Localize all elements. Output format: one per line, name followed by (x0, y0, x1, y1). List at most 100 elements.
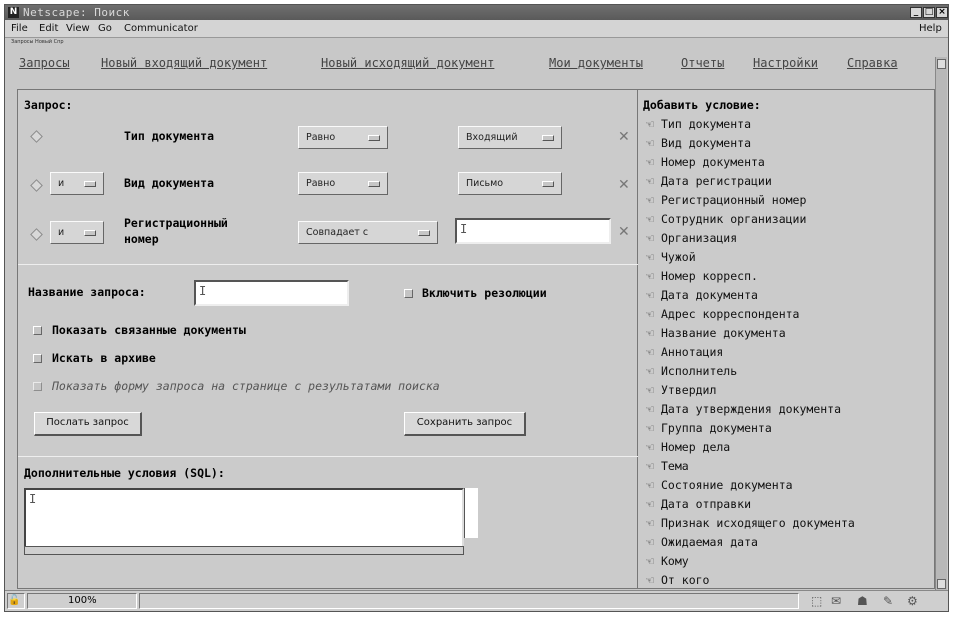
add-condition-item[interactable]: ☜ Дата утверждения документа (645, 402, 841, 421)
menu-file[interactable]: File (11, 23, 28, 34)
scroll-down-icon[interactable] (937, 579, 946, 589)
search-form: Запрос: Тип документа Равно Входящий ✕ и… (17, 89, 935, 589)
title-bar: N Netscape: Поиск _ □ × (5, 5, 948, 20)
connector-select[interactable]: и (50, 221, 104, 244)
operator-select-value: Совпадает с (306, 227, 369, 238)
nav-link-settings[interactable]: Настройки (753, 56, 818, 70)
show-linked-checkbox[interactable] (33, 326, 42, 335)
remove-condition-icon[interactable]: ✕ (618, 224, 630, 240)
search-archive-label: Искать в архиве (52, 351, 156, 365)
menu-communicator[interactable]: Communicator (124, 23, 198, 34)
add-condition-item[interactable]: ☜ Организация (645, 231, 737, 250)
add-condition-item[interactable]: ☜ Признак исходящего документа (645, 516, 855, 535)
nav-link-my-documents[interactable]: Мои документы (549, 56, 643, 70)
send-query-button[interactable]: Послать запрос (34, 412, 142, 436)
add-condition-item[interactable]: ☜ Номер документа (645, 155, 765, 174)
nav-link-new-outgoing[interactable]: Новый исходящий документ (321, 56, 494, 70)
menu-edit[interactable]: Edit (39, 23, 58, 34)
add-condition-item[interactable]: ☜ Регистрационный номер (645, 193, 806, 212)
component-bar-mail-icon[interactable]: ✉ (831, 594, 841, 608)
value-select[interactable]: Входящий (458, 126, 562, 149)
add-condition-item[interactable]: ☜ Адрес корреспондента (645, 307, 799, 326)
add-condition-item-label: Номер документа (661, 155, 765, 169)
operator-select[interactable]: Совпадает с (298, 221, 438, 244)
sql-vertical-scrollbar[interactable] (464, 488, 478, 538)
add-condition-item-label: Организация (661, 231, 738, 245)
minimize-icon[interactable]: _ (910, 7, 922, 18)
pointing-hand-icon: ☜ (645, 270, 655, 283)
pointing-hand-icon: ☜ (645, 156, 655, 169)
menu-go[interactable]: Go (98, 23, 112, 34)
query-name-input[interactable]: I (194, 280, 349, 306)
component-bar-news-icon[interactable]: ☗ (857, 594, 868, 608)
save-query-button[interactable]: Сохранить запрос (404, 412, 526, 436)
add-condition-item[interactable]: ☜ Вид документа (645, 136, 751, 155)
row-select-radio-icon[interactable] (30, 179, 43, 192)
condition-field-label-line1: Регистрационный (124, 216, 228, 230)
nav-link-new-incoming[interactable]: Новый входящий документ (101, 56, 267, 70)
add-condition-item[interactable]: ☜ Номер дела (645, 440, 730, 459)
pointing-hand-icon: ☜ (645, 308, 655, 321)
add-condition-item[interactable]: ☜ Тип документа (645, 117, 751, 136)
operator-select[interactable]: Равно (298, 172, 388, 195)
dropdown-indicator-icon (418, 230, 430, 236)
dropdown-indicator-icon (84, 181, 96, 187)
include-resolutions-checkbox[interactable] (404, 289, 413, 298)
row-select-radio-icon[interactable] (30, 228, 43, 241)
menu-view[interactable]: View (66, 23, 90, 34)
search-archive-checkbox[interactable] (33, 354, 42, 363)
show-form-checkbox[interactable] (33, 382, 42, 391)
pointing-hand-icon: ☜ (645, 384, 655, 397)
add-condition-item[interactable]: ☜ Чужой (645, 250, 696, 269)
add-condition-item[interactable]: ☜ Исполнитель (645, 364, 737, 383)
pointing-hand-icon: ☜ (645, 498, 655, 511)
add-condition-item[interactable]: ☜ Название документа (645, 326, 786, 345)
personal-toolbar[interactable]: Запросы Новый Спр (11, 39, 64, 47)
add-condition-item[interactable]: ☜ Аннотация (645, 345, 723, 364)
pointing-hand-icon: ☜ (645, 232, 655, 245)
condition-field-label: Тип документа (124, 129, 215, 143)
add-condition-item[interactable]: ☜ Кому (645, 554, 689, 573)
sql-horizontal-scrollbar[interactable] (24, 546, 464, 555)
add-condition-item-label: Чужой (661, 250, 696, 264)
add-condition-item[interactable]: ☜ От кого (645, 573, 709, 588)
add-condition-item[interactable]: ☜ Дата регистрации (645, 174, 772, 193)
dropdown-indicator-icon (542, 181, 554, 187)
add-condition-item[interactable]: ☜ Утвердил (645, 383, 716, 402)
add-condition-item[interactable]: ☜ Состояние документа (645, 478, 793, 497)
operator-select[interactable]: Равно (298, 126, 388, 149)
add-condition-item[interactable]: ☜ Дата документа (645, 288, 758, 307)
pointing-hand-icon: ☜ (645, 118, 655, 131)
sql-textarea[interactable]: I (24, 488, 464, 548)
nav-link-reports[interactable]: Отчеты (681, 56, 724, 70)
connector-select[interactable]: и (50, 172, 104, 195)
row-select-radio-icon[interactable] (30, 130, 43, 143)
value-select[interactable]: Письмо (458, 172, 562, 195)
add-condition-item[interactable]: ☜ Тема (645, 459, 689, 478)
nav-link-help[interactable]: Справка (847, 56, 898, 70)
dropdown-indicator-icon (84, 230, 96, 236)
close-icon[interactable]: × (936, 7, 948, 18)
add-condition-item-label: Дата документа (661, 288, 758, 302)
pointing-hand-icon: ☜ (645, 460, 655, 473)
remove-condition-icon[interactable]: ✕ (618, 177, 630, 193)
component-bar-navigator-icon[interactable]: ⬚ (811, 594, 822, 608)
component-bar-composer-icon[interactable]: ✎ (883, 594, 893, 608)
security-lock-icon[interactable]: 🔓 (7, 593, 25, 609)
remove-condition-icon[interactable]: ✕ (618, 129, 630, 145)
add-condition-item[interactable]: ☜ Ожидаемая дата (645, 535, 758, 554)
add-condition-item[interactable]: ☜ Сотрудник организации (645, 212, 806, 231)
nav-link-queries[interactable]: Запросы (19, 56, 70, 70)
add-condition-item-label: Ожидаемая дата (661, 535, 758, 549)
scroll-up-icon[interactable] (937, 59, 946, 69)
component-bar-ai-icon[interactable]: ⚙ (907, 594, 918, 608)
value-text-input[interactable]: I (455, 218, 611, 244)
add-condition-item[interactable]: ☜ Номер корресп. (645, 269, 758, 288)
pointing-hand-icon: ☜ (645, 251, 655, 264)
add-condition-item[interactable]: ☜ Дата отправки (645, 497, 751, 516)
menu-help[interactable]: Help (919, 23, 942, 34)
add-condition-item[interactable]: ☜ Группа документа (645, 421, 772, 440)
section-divider (18, 264, 638, 265)
page-scrollbar[interactable] (935, 57, 947, 592)
maximize-icon[interactable]: □ (923, 7, 935, 18)
